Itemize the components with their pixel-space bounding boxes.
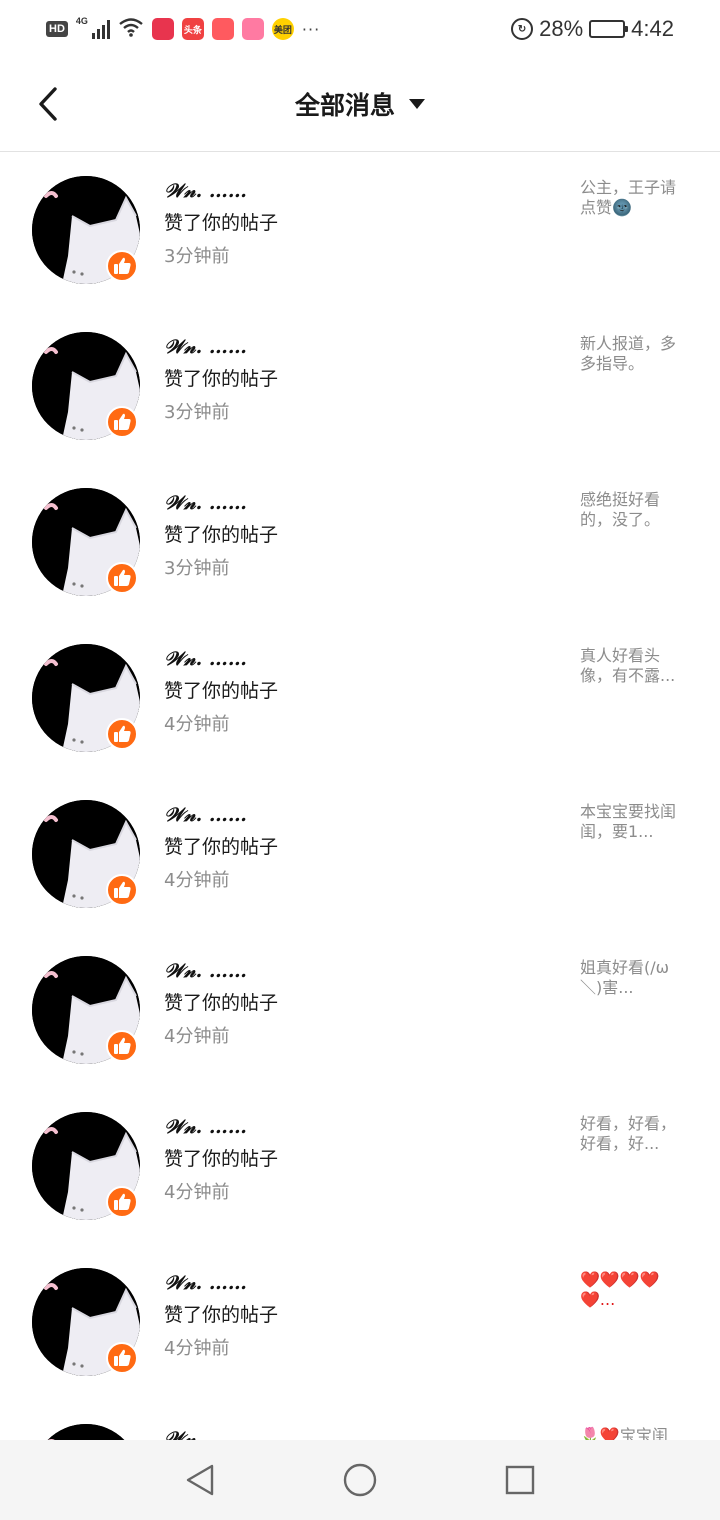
battery-icon bbox=[589, 20, 629, 38]
signal-icon bbox=[91, 19, 110, 39]
action-text: 赞了你的帖子 bbox=[164, 680, 279, 702]
username[interactable]: 𝒲𝓃. …… bbox=[164, 1116, 247, 1138]
username[interactable]: 𝒲𝓃. …… bbox=[164, 336, 247, 358]
triangle-back-icon bbox=[186, 1464, 214, 1496]
status-left: HD 4G 头条 美团 ··· bbox=[46, 16, 320, 42]
action-text: 赞了你的帖子 bbox=[164, 992, 279, 1014]
timestamp: 4分钟前 bbox=[164, 1182, 230, 1203]
like-thumb-icon bbox=[106, 250, 138, 282]
action-text: 赞了你的帖子 bbox=[164, 368, 279, 390]
post-preview[interactable]: 好看，好看，好看，好... bbox=[580, 1114, 688, 1154]
timestamp: 4分钟前 bbox=[164, 714, 230, 735]
app-icon-1 bbox=[151, 18, 174, 40]
username[interactable]: 𝒲𝓃. …… bbox=[164, 180, 247, 202]
username[interactable]: 𝒲𝓃. …… bbox=[164, 1428, 247, 1440]
post-preview[interactable]: 🌷❤️宝宝闺 bbox=[580, 1426, 688, 1440]
square-recents-icon bbox=[505, 1465, 535, 1495]
hd-badge: HD bbox=[46, 21, 68, 37]
post-preview[interactable]: 感绝挺好看的，没了。 bbox=[580, 490, 688, 530]
list-item[interactable]: 𝒲𝓃. …… 赞了你的帖子 3分钟前 新人报道，多多指导。 bbox=[0, 308, 720, 464]
username[interactable]: 𝒲𝓃. …… bbox=[164, 492, 247, 514]
timestamp: 4分钟前 bbox=[164, 870, 230, 891]
message-list[interactable]: 𝒲𝓃. …… 赞了你的帖子 3分钟前 公主，王子请点赞🌚 𝒲𝓃. …… 赞了你的… bbox=[0, 152, 720, 1440]
like-thumb-icon bbox=[106, 406, 138, 438]
nav-recents-button[interactable] bbox=[500, 1462, 540, 1498]
list-item[interactable]: 𝒲𝓃. …… 赞了你的帖子 4分钟前 ❤️❤️❤️❤️❤️... bbox=[0, 1244, 720, 1400]
post-preview[interactable]: 公主，王子请点赞🌚 bbox=[580, 178, 688, 218]
like-thumb-icon bbox=[106, 562, 138, 594]
caret-down-icon bbox=[409, 99, 425, 109]
list-item[interactable]: 𝒲𝓃. …… 赞了你的帖子 4分钟前 真人好看头像，有不露... bbox=[0, 620, 720, 776]
app-icon-toutiao: 头条 bbox=[181, 18, 204, 40]
app-icon-map bbox=[211, 18, 234, 40]
nav-back-button[interactable] bbox=[180, 1462, 220, 1498]
like-thumb-icon bbox=[106, 1030, 138, 1062]
like-thumb-icon bbox=[106, 1186, 138, 1218]
action-text: 赞了你的帖子 bbox=[164, 1148, 279, 1170]
username[interactable]: 𝒲𝓃. …… bbox=[164, 960, 247, 982]
wifi-icon bbox=[118, 17, 144, 41]
battery-percent: 28% bbox=[539, 16, 584, 41]
status-right: ↻ 28% 4:42 bbox=[511, 14, 674, 44]
action-text: 赞了你的帖子 bbox=[164, 836, 279, 858]
post-preview[interactable]: ❤️❤️❤️❤️❤️... bbox=[580, 1270, 688, 1310]
username[interactable]: 𝒲𝓃. …… bbox=[164, 648, 247, 670]
more-notifications-icon: ··· bbox=[301, 19, 321, 39]
list-item[interactable]: 𝒲𝓃. …… 赞了你的帖子 3分钟前 公主，王子请点赞🌚 bbox=[0, 152, 720, 308]
action-text: 赞了你的帖子 bbox=[164, 1304, 279, 1326]
username[interactable]: 𝒲𝓃. …… bbox=[164, 804, 247, 826]
timestamp: 3分钟前 bbox=[164, 402, 230, 423]
post-preview[interactable]: 新人报道，多多指导。 bbox=[580, 334, 688, 374]
app-icon-meituan: 美团 bbox=[271, 18, 294, 40]
post-preview[interactable]: 真人好看头像，有不露... bbox=[580, 646, 688, 686]
app-icon-video bbox=[241, 18, 264, 40]
username[interactable]: 𝒲𝓃. …… bbox=[164, 1272, 247, 1294]
page-title: 全部消息 bbox=[294, 91, 395, 120]
status-bar: HD 4G 头条 美团 ··· ↻ 28% 4:42 bbox=[0, 0, 720, 56]
post-preview[interactable]: 本宝宝要找闺闺，要1... bbox=[580, 802, 688, 842]
timestamp: 4分钟前 bbox=[164, 1026, 230, 1047]
list-item[interactable]: 𝒲𝓃. …… 赞了你的帖子 4分钟前 本宝宝要找闺闺，要1... bbox=[0, 776, 720, 932]
top-bar: 全部消息 bbox=[0, 56, 720, 152]
message-filter-dropdown[interactable]: 全部消息 bbox=[295, 86, 425, 122]
timestamp: 3分钟前 bbox=[164, 246, 230, 267]
clock: 4:42 bbox=[631, 16, 674, 41]
nav-home-button[interactable] bbox=[340, 1462, 380, 1498]
list-item[interactable]: 𝒲𝓃. …… 🌷❤️宝宝闺 bbox=[0, 1400, 720, 1440]
list-item[interactable]: 𝒲𝓃. …… 赞了你的帖子 4分钟前 姐真好看(/ω＼)害... bbox=[0, 932, 720, 1088]
system-nav-bar bbox=[0, 1440, 720, 1520]
timestamp: 3分钟前 bbox=[164, 558, 230, 579]
post-preview[interactable]: 姐真好看(/ω＼)害... bbox=[580, 958, 688, 998]
avatar[interactable] bbox=[32, 1424, 140, 1440]
like-thumb-icon bbox=[106, 718, 138, 750]
action-text: 赞了你的帖子 bbox=[164, 524, 279, 546]
action-text: 赞了你的帖子 bbox=[164, 212, 279, 234]
list-item[interactable]: 𝒲𝓃. …… 赞了你的帖子 4分钟前 好看，好看，好看，好... bbox=[0, 1088, 720, 1244]
circle-home-icon bbox=[343, 1463, 377, 1497]
network-type: 4G bbox=[75, 16, 88, 26]
like-thumb-icon bbox=[106, 874, 138, 906]
history-icon: ↻ bbox=[511, 18, 534, 40]
timestamp: 4分钟前 bbox=[164, 1338, 230, 1359]
list-item[interactable]: 𝒲𝓃. …… 赞了你的帖子 3分钟前 感绝挺好看的，没了。 bbox=[0, 464, 720, 620]
like-thumb-icon bbox=[106, 1342, 138, 1374]
